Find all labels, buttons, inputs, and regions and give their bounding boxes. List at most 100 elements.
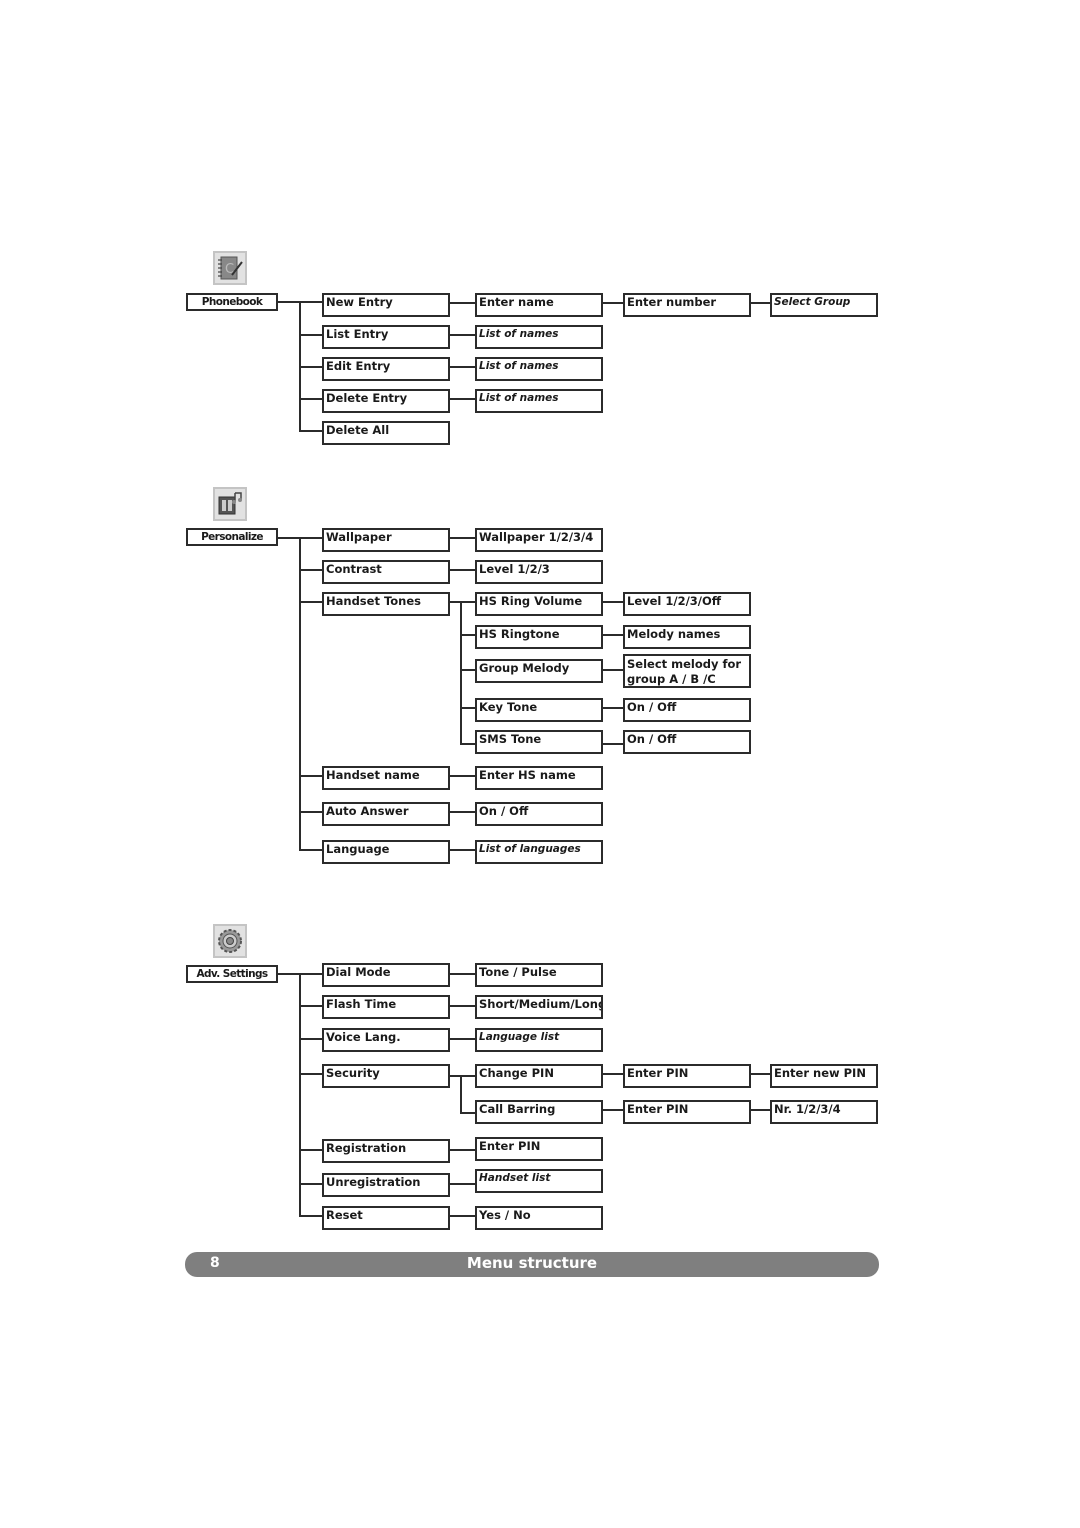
menu-item-sms-tone[interactable]: SMS Tone <box>475 730 603 754</box>
connector <box>450 334 476 336</box>
section-title: Menu structure <box>466 1254 598 1272</box>
menu-item-call-barring-enter-pin[interactable]: Enter PIN <box>623 1100 751 1124</box>
connector <box>299 1215 323 1217</box>
menu-item-flash-time[interactable]: Flash Time <box>322 995 450 1019</box>
menu-item-voice-lang[interactable]: Voice Lang. <box>322 1028 450 1052</box>
connector <box>603 707 624 709</box>
connector <box>278 537 324 539</box>
menu-item-list-of-names[interactable]: List of names <box>475 389 603 413</box>
menu-item-new-entry[interactable]: New Entry <box>322 293 450 317</box>
menu-item-wallpaper[interactable]: Wallpaper <box>322 528 450 552</box>
connector <box>450 569 476 571</box>
menu-item-enter-name[interactable]: Enter name <box>475 293 603 317</box>
menu-item-call-barring[interactable]: Call Barring <box>475 1100 603 1124</box>
menu-item-key-tone[interactable]: Key Tone <box>475 698 603 722</box>
menu-item-key-tone-toggle[interactable]: On / Off <box>623 698 751 722</box>
menu-item-sms-tone-toggle[interactable]: On / Off <box>623 730 751 754</box>
connector <box>450 1005 476 1007</box>
menu-item-edit-entry[interactable]: Edit Entry <box>322 357 450 381</box>
menu-item-enter-hs-name[interactable]: Enter HS name <box>475 766 603 790</box>
menu-item-list-of-names[interactable]: List of names <box>475 325 603 349</box>
connector <box>450 366 476 368</box>
menu-item-list-entry[interactable]: List Entry <box>322 325 450 349</box>
connector <box>278 973 324 975</box>
connector <box>450 1215 476 1217</box>
menu-item-tone-pulse[interactable]: Tone / Pulse <box>475 963 603 987</box>
menu-item-handset-list[interactable]: Handset list <box>475 1169 603 1193</box>
menu-item-delete-all[interactable]: Delete All <box>322 421 450 445</box>
connector <box>460 743 476 745</box>
connector <box>299 1005 323 1007</box>
menu-item-auto-answer-toggle[interactable]: On / Off <box>475 802 603 826</box>
menu-item-list-of-names[interactable]: List of names <box>475 357 603 381</box>
connector <box>299 537 301 850</box>
page-footer-bar: 8 Menu structure <box>185 1252 879 1277</box>
menu-item-enter-number[interactable]: Enter number <box>623 293 751 317</box>
connector <box>299 430 323 432</box>
menu-item-list-of-languages[interactable]: List of languages <box>475 840 603 864</box>
menu-item-reset[interactable]: Reset <box>322 1206 450 1230</box>
menu-item-contrast-level[interactable]: Level 1/2/3 <box>475 560 603 584</box>
connector <box>450 1149 476 1151</box>
menu-item-unregistration[interactable]: Unregistration <box>322 1173 450 1197</box>
connector <box>299 1038 323 1040</box>
connector <box>751 1109 771 1111</box>
connector <box>299 366 323 368</box>
connector <box>299 775 323 777</box>
menu-root-personalize[interactable]: Personalize <box>186 528 278 546</box>
menu-root-phonebook[interactable]: Phonebook <box>186 293 278 311</box>
connector <box>751 302 771 304</box>
menu-item-security[interactable]: Security <box>322 1064 450 1088</box>
connector <box>299 601 323 603</box>
menu-item-delete-entry[interactable]: Delete Entry <box>322 389 450 413</box>
menu-item-enter-new-pin[interactable]: Enter new PIN <box>770 1064 878 1088</box>
connector <box>460 669 476 671</box>
personalize-icon <box>213 487 247 521</box>
connector <box>450 601 476 603</box>
connector <box>603 669 624 671</box>
connector <box>299 1149 323 1151</box>
menu-item-language-list[interactable]: Language list <box>475 1028 603 1052</box>
menu-item-select-group-melody[interactable]: Select melody for group A / B /C <box>623 654 751 688</box>
connector <box>460 1112 476 1114</box>
menu-item-yes-no[interactable]: Yes / No <box>475 1206 603 1230</box>
connector <box>278 301 324 303</box>
menu-item-auto-answer[interactable]: Auto Answer <box>322 802 450 826</box>
connector <box>450 302 476 304</box>
menu-item-registration-enter-pin[interactable]: Enter PIN <box>475 1137 603 1161</box>
connector <box>450 1038 476 1040</box>
menu-item-wallpaper-options[interactable]: Wallpaper 1/2/3/4 <box>475 528 603 552</box>
menu-item-barring-number[interactable]: Nr. 1/2/3/4 <box>770 1100 878 1124</box>
adv-settings-icon <box>213 924 247 958</box>
menu-item-group-melody[interactable]: Group Melody <box>475 659 603 683</box>
connector <box>603 302 624 304</box>
menu-item-hs-ring-volume[interactable]: HS Ring Volume <box>475 592 603 616</box>
menu-item-contrast[interactable]: Contrast <box>322 560 450 584</box>
menu-item-melody-names[interactable]: Melody names <box>623 625 751 649</box>
menu-item-select-group[interactable]: Select Group <box>770 293 878 317</box>
menu-item-handset-tones[interactable]: Handset Tones <box>322 592 450 616</box>
menu-item-registration[interactable]: Registration <box>322 1139 450 1163</box>
connector <box>751 1073 771 1075</box>
connector <box>460 634 476 636</box>
connector <box>450 1183 476 1185</box>
menu-item-hs-ringtone[interactable]: HS Ringtone <box>475 625 603 649</box>
menu-item-ring-volume-level[interactable]: Level 1/2/3/Off <box>623 592 751 616</box>
connector <box>450 973 476 975</box>
connector <box>450 811 476 813</box>
menu-root-adv-settings[interactable]: Adv. Settings <box>186 965 278 983</box>
menu-item-change-pin-enter-pin[interactable]: Enter PIN <box>623 1064 751 1088</box>
connector <box>450 775 476 777</box>
connector <box>603 634 624 636</box>
connector <box>450 1075 476 1077</box>
connector <box>450 537 476 539</box>
menu-item-language[interactable]: Language <box>322 840 450 864</box>
menu-item-flash-options[interactable]: Short/Medium/Long <box>475 995 603 1019</box>
menu-item-dial-mode[interactable]: Dial Mode <box>322 963 450 987</box>
menu-item-change-pin[interactable]: Change PIN <box>475 1064 603 1088</box>
menu-item-handset-name[interactable]: Handset name <box>322 766 450 790</box>
connector <box>299 398 323 400</box>
connector <box>460 707 476 709</box>
connector <box>299 334 323 336</box>
connector <box>603 1073 624 1075</box>
